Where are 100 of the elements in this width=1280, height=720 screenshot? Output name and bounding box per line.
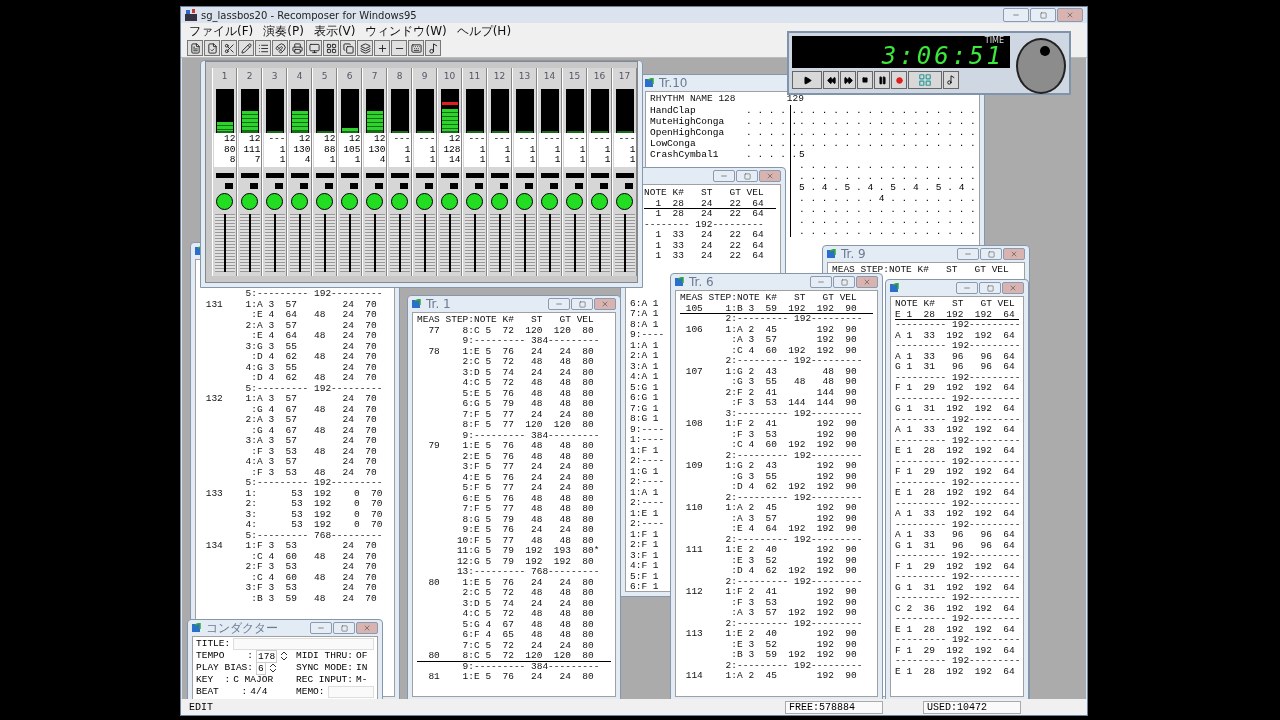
listing-line: E 1 28 192 192 64	[895, 309, 1019, 320]
fast-forward-button[interactable]	[840, 71, 856, 89]
toolbar-button[interactable]	[289, 40, 305, 56]
channel-indicator	[490, 172, 509, 178]
pan-knob[interactable]	[416, 192, 433, 210]
volume-fader[interactable]	[214, 213, 235, 272]
window-icon	[675, 277, 685, 287]
menu-item[interactable]: ファイル(F)	[189, 22, 254, 40]
volume-fader[interactable]	[414, 213, 435, 272]
menu-item[interactable]: 演奏(P)	[263, 22, 304, 40]
pan-knob[interactable]	[591, 192, 608, 210]
volume-fader[interactable]	[264, 213, 285, 272]
channel-reading: 12	[349, 134, 361, 145]
field-label: TEMPO :	[196, 650, 253, 662]
pan-knob[interactable]	[391, 192, 408, 210]
pan-knob[interactable]	[466, 192, 483, 210]
listing-line: 2:A 1	[630, 351, 659, 362]
spinner-arrows-icon	[280, 651, 289, 661]
toolbar-button[interactable]	[221, 40, 237, 56]
pan-knob[interactable]	[541, 192, 558, 210]
spinner-field[interactable]: 178	[256, 649, 278, 663]
pan-knob[interactable]	[366, 192, 383, 210]
pan-knob[interactable]	[516, 192, 533, 210]
stop-button[interactable]	[857, 71, 873, 89]
pan-knob[interactable]	[441, 192, 458, 210]
toolbar-button[interactable]	[255, 40, 271, 56]
instrument-name: CrashCymbal1	[650, 148, 719, 160]
memo-field[interactable]	[327, 686, 374, 698]
listing-line: 7:C 5 72 24 24 80	[461, 640, 594, 651]
pan-knob[interactable]	[266, 192, 283, 210]
menu-item[interactable]: 表示(V)	[313, 22, 356, 40]
listing-line: 133 1: 53 192 0 70	[204, 488, 383, 499]
channel-reading: 1	[529, 144, 536, 155]
pan-knob[interactable]	[291, 192, 308, 210]
pan-knob[interactable]	[491, 192, 508, 210]
pan-knob[interactable]	[316, 192, 333, 210]
listing-line: 110 1:A 2 45 192 90	[684, 503, 857, 514]
channel-reading: 1	[579, 155, 586, 166]
toolbar-button[interactable]	[340, 40, 356, 56]
toolbar-button[interactable]	[357, 40, 373, 56]
toolbar-button[interactable]	[204, 40, 220, 56]
pause-button[interactable]	[874, 71, 890, 89]
volume-fader[interactable]	[389, 213, 410, 272]
listing-line: :E 4 64 192 192 90	[730, 524, 857, 535]
listing-line: 2:----	[630, 498, 665, 509]
pan-knob[interactable]	[566, 192, 583, 210]
field-label: MIDI THRU:	[296, 650, 353, 662]
pan-knob[interactable]	[241, 192, 258, 210]
channel-reading: 1	[579, 144, 586, 155]
play-button[interactable]	[792, 71, 822, 89]
channel-reading: 88	[324, 144, 336, 155]
toolbar-button[interactable]	[272, 40, 288, 56]
listing-line: :D 4 62 48 24 70	[250, 352, 377, 363]
toolbar-button[interactable]	[425, 40, 441, 56]
listing-line: 9:----	[630, 424, 665, 435]
volume-fader[interactable]	[239, 213, 260, 272]
magnet-icon	[274, 42, 286, 54]
toolbar-button[interactable]	[408, 40, 424, 56]
listing-line: :B 3 59 192 192 90	[730, 650, 857, 661]
volume-fader[interactable]	[614, 213, 635, 272]
pan-knob[interactable]	[341, 192, 358, 210]
volume-fader[interactable]	[539, 213, 560, 272]
instrument-name: MuteHighConga	[650, 115, 725, 127]
tempo-dial[interactable]	[1016, 38, 1066, 94]
channel-reading: 1	[504, 144, 511, 155]
volume-fader[interactable]	[589, 213, 610, 272]
toolbar-button[interactable]	[374, 40, 390, 56]
volume-fader[interactable]	[439, 213, 460, 272]
pan-knob[interactable]	[216, 192, 233, 210]
rewind-button[interactable]	[823, 71, 839, 89]
listing-line: F 1 29 192 192 64	[895, 561, 1015, 572]
toolbar-button[interactable]	[391, 40, 407, 56]
listing-line: 80 1:E 5 76 24 24 80	[427, 577, 594, 588]
pan-knob[interactable]	[616, 192, 633, 210]
listing-line: :A 3 57 192 192 90	[730, 608, 857, 619]
volume-fader[interactable]	[314, 213, 335, 272]
toolbar-button[interactable]	[323, 40, 339, 56]
volume-fader[interactable]	[364, 213, 385, 272]
listing-line: --------- 192---------	[895, 614, 1021, 625]
menu-item[interactable]: ヘルプ(H)	[456, 22, 512, 40]
listing-line: --------- 192---------	[895, 498, 1021, 509]
volume-fader[interactable]	[514, 213, 535, 272]
menu-item[interactable]: ウィンドウ(W)	[365, 22, 447, 40]
app-icon	[185, 9, 197, 21]
listing-line: 8:G 1	[630, 414, 659, 425]
toolbar-button[interactable]	[187, 40, 203, 56]
spinner-field[interactable]: 6	[256, 661, 266, 675]
maximize-icon	[1039, 11, 1047, 19]
toolbar-button[interactable]	[238, 40, 254, 56]
title-field[interactable]	[233, 638, 374, 650]
volume-fader[interactable]	[339, 213, 360, 272]
channel-reading: ---	[543, 134, 561, 145]
record-button[interactable]	[891, 71, 907, 89]
volume-fader[interactable]	[489, 213, 510, 272]
volume-fader[interactable]	[464, 213, 485, 272]
window-icon	[645, 78, 655, 88]
toolbar-button[interactable]	[306, 40, 322, 56]
volume-fader[interactable]	[289, 213, 310, 272]
channel-reading: 12	[324, 134, 336, 145]
volume-fader[interactable]	[564, 213, 585, 272]
